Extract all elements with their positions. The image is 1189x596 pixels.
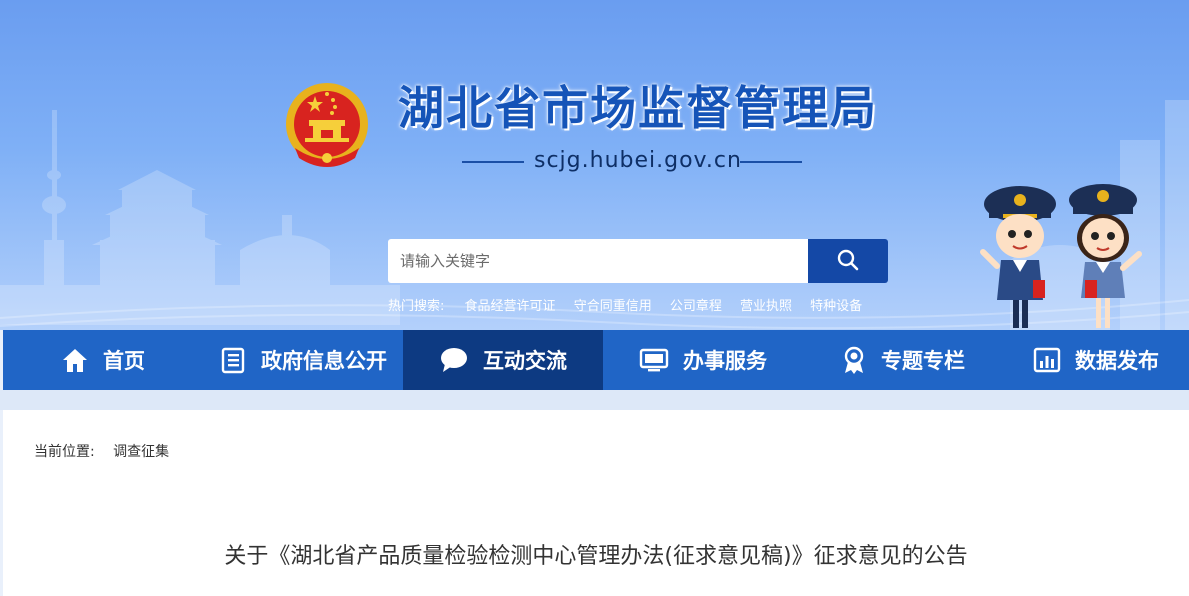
nav-item-home[interactable]: 首页 [3,330,203,390]
monitor-icon [639,348,669,372]
breadcrumb: 当前位置: 调查征集 [34,441,169,461]
hot-search-item[interactable]: 守合同重信用 [574,299,652,314]
hot-search-label: 热门搜索: [388,299,445,314]
site-header: 湖北省市场监督管理局 scjg.hubei.gov.cn 热门搜索: 食品经营许… [0,0,1189,330]
nav-divider-band [0,390,1189,410]
site-title: 湖北省市场监督管理局 [398,81,878,135]
bar-chart-icon [1033,347,1061,373]
nav-item-interaction[interactable]: 互动交流 [403,330,603,390]
nav-item-data-release[interactable]: 数据发布 [1003,330,1189,390]
chat-bubble-icon [441,348,467,372]
national-emblem [286,83,368,167]
nav-item-label: 政府信息公开 [261,349,387,373]
nav-item-label: 互动交流 [483,349,567,373]
document-list-icon [221,347,245,374]
breadcrumb-label: 当前位置: [34,444,95,460]
domain-text: scjg.hubei.gov.cn [534,148,742,173]
main-content: 当前位置: 调查征集 关于《湖北省产品质量检验检测中心管理办法(征求意见稿)》征… [3,410,1189,596]
domain-divider-right [740,161,802,163]
nav-item-label: 数据发布 [1075,349,1159,373]
site-domain: scjg.hubei.gov.cn [462,148,802,176]
article-title: 关于《湖北省产品质量检验检测中心管理办法(征求意见稿)》征求意见的公告 [224,544,968,569]
nav-item-services[interactable]: 办事服务 [603,330,803,390]
nav-item-label: 首页 [103,349,145,373]
breadcrumb-current[interactable]: 调查征集 [113,444,169,460]
search-input[interactable] [388,239,808,283]
domain-divider-left [462,161,524,163]
main-nav: 首页 政府信息公开 互动交流 办事服务 专题专栏 数据发布 [3,330,1189,390]
hot-search-item[interactable]: 营业执照 [740,299,792,314]
nav-item-gov-info[interactable]: 政府信息公开 [203,330,403,390]
nav-item-label: 办事服务 [683,349,767,373]
hot-search-item[interactable]: 食品经营许可证 [465,299,556,314]
search-icon [837,249,859,270]
search-button[interactable] [808,239,888,283]
medal-icon [844,346,864,374]
hot-search-item[interactable]: 公司章程 [670,299,722,314]
nav-item-special-topics[interactable]: 专题专栏 [803,330,1003,390]
mascot-illustration [980,184,1142,328]
nav-item-label: 专题专栏 [881,349,965,373]
hot-search: 热门搜索: 食品经营许可证 守合同重信用 公司章程 营业执照 特种设备 [388,295,876,314]
home-icon [63,349,87,372]
hot-search-item[interactable]: 特种设备 [810,299,862,314]
